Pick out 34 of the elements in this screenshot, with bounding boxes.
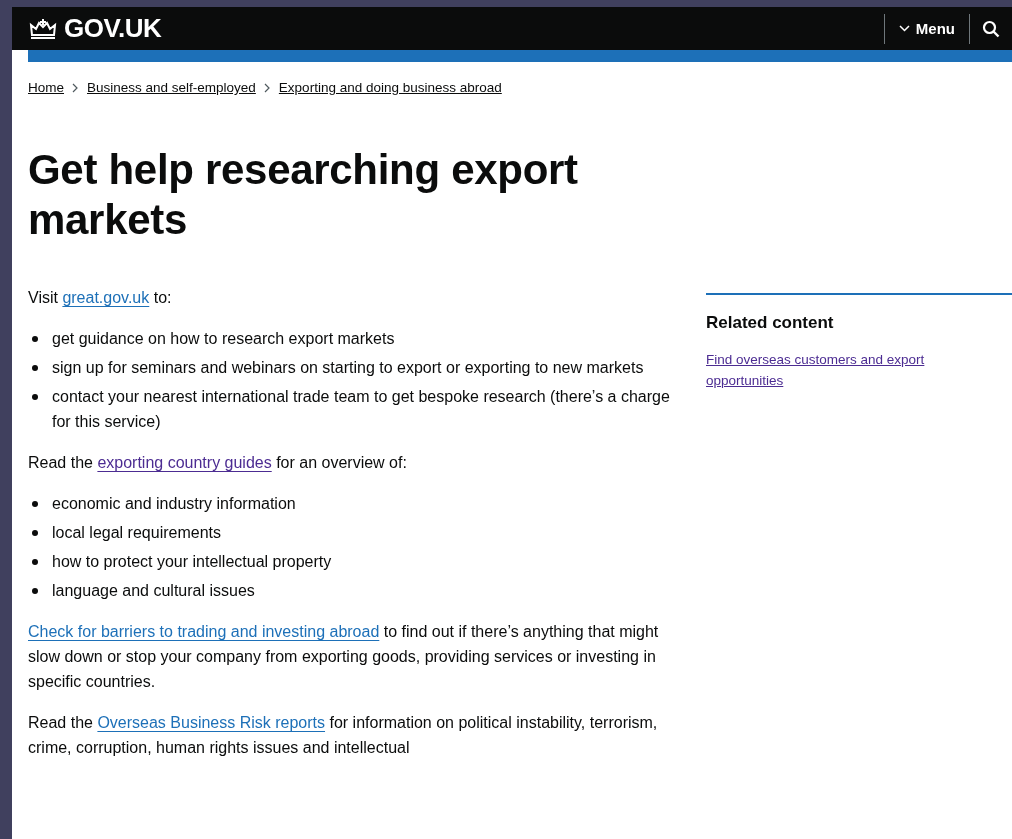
breadcrumb-link[interactable]: Business and self-employed: [87, 80, 256, 95]
chevron-right-icon: [72, 82, 79, 93]
paragraph: Read the exporting country guides for an overview of:: [28, 453, 408, 473]
page-title: Get help researching export markets: [28, 145, 579, 245]
bullet-icon: [32, 501, 38, 507]
chevron-down-icon: [898, 25, 910, 32]
text-link[interactable]: great.gov.uk: [62, 289, 150, 306]
bullet-icon: [32, 336, 38, 342]
list-item: language and cultural issues: [52, 581, 255, 601]
bullet-icon: [32, 394, 38, 400]
bullet-icon: [32, 530, 38, 536]
govuk-logo-link[interactable]: GOV.UK: [28, 13, 162, 44]
bullet-icon: [32, 365, 38, 371]
text-link[interactable]: Check for barriers to trading and investing abroad: [28, 623, 380, 640]
list-item: contact your nearest international trade team to get bespoke research (there’s a charge for this service): [52, 387, 671, 432]
bullet-icon: [32, 588, 38, 594]
paragraph: Read the Overseas Business Risk reports for information on political instability, terrorism, crime, corruption, human rights issues and intellectual: [28, 713, 659, 758]
bullet-icon: [32, 559, 38, 565]
chevron-right-icon: [263, 82, 271, 93]
related-heading: Related content: [706, 313, 835, 333]
text-link[interactable]: exporting country guides: [97, 454, 272, 471]
list-item: sign up for seminars and webinars on starting to export or exporting to new markets: [52, 358, 644, 378]
list-item: how to protect your intellectual property: [52, 552, 332, 572]
paragraph: Visit great.gov.uk to:: [28, 288, 173, 308]
crown-icon: [28, 17, 58, 40]
breadcrumb-link[interactable]: Exporting and doing business abroad: [278, 80, 502, 95]
paragraph: Check for barriers to trading and investing abroad to find out if there’s anything that might slow down or stop your company from exporting goods, providing services or investing in specific countries.: [28, 622, 660, 692]
text-link[interactable]: Overseas Business Risk reports: [97, 714, 326, 731]
breadcrumb-link[interactable]: Home: [28, 80, 64, 95]
menu-button[interactable]: Menu: [884, 20, 969, 37]
list-item: local legal requirements: [52, 523, 221, 543]
list-item: economic and industry information: [52, 494, 296, 514]
list-item: get guidance on how to research export markets: [52, 329, 395, 349]
related-link[interactable]: Find overseas customers and export opportunities: [706, 349, 971, 391]
